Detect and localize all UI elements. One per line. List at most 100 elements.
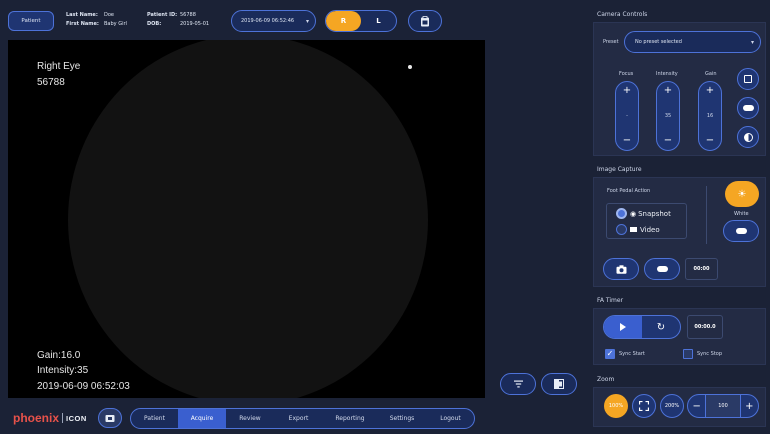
eye-id: 56788 [37, 77, 65, 88]
eye-left-button[interactable]: L [361, 11, 396, 31]
brand-icon: ICON [66, 413, 87, 423]
first-name-value: Baby Girl [104, 21, 127, 27]
nav-logout-label: Logout [440, 415, 461, 422]
chevron-down-icon: ▾ [750, 38, 754, 46]
video-icon [630, 227, 637, 232]
pill-icon [735, 228, 747, 234]
pill-icon [656, 266, 668, 272]
image-viewer[interactable]: Right Eye 56788 Gain:16.0 Intensity:35 2… [8, 40, 485, 398]
preset-select[interactable]: No preset selected ▾ [624, 31, 761, 53]
nav-export[interactable]: Export [274, 409, 323, 428]
nav-settings[interactable]: Settings [377, 409, 427, 428]
gain-stepper[interactable]: + 16 − [698, 81, 722, 151]
sync-start-checkbox[interactable]: ✓ Sync Start [605, 349, 645, 359]
nav-patient[interactable]: Patient [131, 409, 178, 428]
zoom-200-button[interactable]: 200% [660, 394, 684, 418]
intensity-increase-button[interactable]: + [664, 86, 672, 96]
capture-mode-group: ◉ Snapshot Video [606, 203, 687, 239]
eye-toggle: R L [325, 10, 397, 32]
nav-acquire[interactable]: Acquire [178, 409, 226, 428]
capture-timer-value: 00:00 [693, 266, 710, 272]
refresh-icon: ↻ [656, 321, 666, 333]
clipboard-icon [421, 15, 429, 26]
focus-value: - [626, 113, 628, 119]
intensity-decrease-button[interactable]: − [664, 136, 672, 146]
snapshot-capture-button[interactable] [603, 258, 639, 280]
gain-readout: Gain:16.0 [37, 350, 81, 361]
timestamp-readout: 2019-06-09 06:52:03 [37, 381, 130, 392]
clipboard-button[interactable] [408, 10, 442, 32]
focus-increase-button[interactable]: + [623, 86, 631, 96]
intensity-value: 35 [664, 113, 672, 119]
chevron-down-icon: ▾ [305, 17, 309, 25]
sync-stop-checkbox[interactable]: Sync Stop [683, 349, 722, 359]
preset-select-value: No preset selected [635, 39, 682, 45]
nav-review[interactable]: Review [226, 409, 274, 428]
focus-stepper[interactable]: + - − [615, 81, 639, 151]
checkbox-checked-icon: ✓ [605, 349, 615, 359]
sync-stop-label: Sync Stop [697, 351, 723, 357]
patient-id-value: 56788 [180, 12, 196, 18]
bottom-nav: Patient Acquire Review Export Reporting … [130, 408, 475, 429]
brand-divider [62, 413, 64, 423]
zoom-value-field[interactable]: 100 [705, 395, 741, 417]
dob-value: 2019-05-01 [180, 21, 210, 27]
intensity-stepper[interactable]: + 35 − [656, 81, 680, 151]
compare-icon [554, 379, 564, 389]
capture-timer: 00:00 [685, 258, 718, 280]
gain-increase-button[interactable]: + [706, 86, 714, 96]
fa-timer-panel: ↻ 00:00.0 ✓ Sync Start Sync Stop [593, 308, 766, 365]
focus-decrease-button[interactable]: − [623, 136, 631, 146]
camera-controls-panel: Preset No preset selected ▾ Focus Intens… [593, 22, 766, 156]
last-name-label: Last Name: [66, 12, 98, 18]
zoom-100-button[interactable]: 100% [604, 394, 628, 418]
gain-label: Gain [705, 71, 717, 77]
patient-button[interactable]: Patient [8, 11, 54, 31]
reset-button[interactable]: ↻ [642, 316, 680, 338]
eye-label: Right Eye [37, 61, 81, 72]
preset-label: Preset [603, 39, 619, 45]
zoom-out-button[interactable]: − [688, 401, 705, 412]
video-radio[interactable]: Video [616, 224, 660, 235]
filter-icon [513, 380, 523, 388]
nav-acquire-label: Acquire [190, 415, 214, 422]
record-button[interactable] [644, 258, 680, 280]
white-light-button[interactable]: ☀ [725, 181, 759, 207]
gain-decrease-button[interactable]: − [706, 136, 714, 146]
image-capture-panel: Foot Pedal Action ◉ Snapshot Video ☀ Whi… [593, 177, 766, 287]
pill-mode-button[interactable] [737, 97, 759, 119]
white-mode-button[interactable] [723, 220, 759, 242]
eye-right-button[interactable]: R [326, 11, 361, 31]
brand-logo: phoenix ICON [13, 411, 87, 425]
eye-left-label: L [376, 17, 381, 25]
pill-icon [742, 105, 754, 111]
contrast-button[interactable] [737, 126, 759, 148]
nav-settings-label: Settings [389, 415, 415, 422]
patient-button-label: Patient [21, 18, 41, 24]
nav-logout[interactable]: Logout [427, 409, 474, 428]
radio-unselected-icon [616, 224, 627, 235]
snapshot-radio[interactable]: ◉ Snapshot [616, 208, 671, 219]
session-select[interactable]: 2019-06-09 06:52:46 ▾ [231, 10, 316, 32]
dob-label: DOB: [147, 21, 162, 27]
nav-review-label: Review [239, 415, 261, 422]
nav-reporting[interactable]: Reporting [323, 409, 377, 428]
focus-label: Focus [619, 71, 634, 77]
square-icon [744, 75, 752, 83]
bulb-icon: ☀ [737, 188, 747, 200]
compare-button[interactable] [541, 373, 577, 395]
play-button[interactable] [604, 316, 642, 338]
video-label: Video [640, 225, 660, 234]
export-device-button[interactable] [98, 408, 122, 428]
nav-reporting-label: Reporting [335, 415, 365, 422]
device-icon [105, 414, 115, 422]
zoom-fit-button[interactable] [632, 394, 656, 418]
capture-divider [706, 186, 707, 244]
zoom-200-label: 200% [664, 403, 680, 409]
play-icon [620, 323, 626, 331]
zoom-in-button[interactable]: + [741, 401, 758, 412]
contrast-icon [743, 132, 753, 142]
zoom-value: 100 [718, 403, 728, 409]
frame-button[interactable] [737, 68, 759, 90]
filter-button[interactable] [500, 373, 536, 395]
